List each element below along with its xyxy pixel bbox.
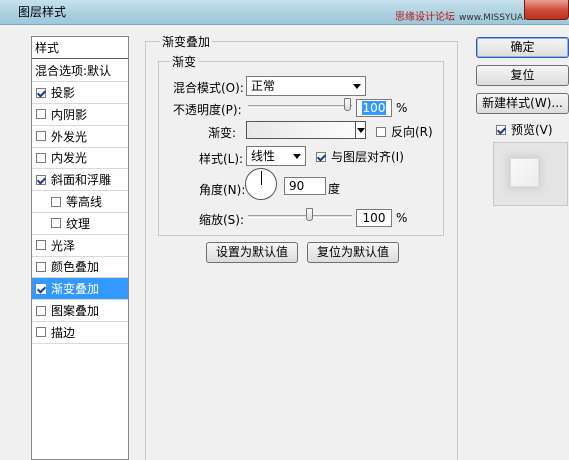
scale-unit: % (396, 211, 408, 225)
style-item-checkbox[interactable] (36, 131, 46, 142)
preview-checkbox-row[interactable]: 预览(V) (496, 121, 553, 138)
style-item[interactable]: 描边 (32, 322, 128, 344)
style-item[interactable]: 颜色叠加 (32, 256, 128, 279)
reverse-checkbox-row[interactable]: 反向(R) (376, 123, 433, 140)
style-item-checkbox[interactable] (36, 305, 46, 316)
style-item-checkbox[interactable] (36, 87, 46, 98)
blend-options-label: 混合选项:默认 (35, 64, 112, 78)
reset-button[interactable]: 复位 (476, 65, 569, 86)
align-with-layer-label: 与图层对齐(I) (331, 150, 404, 164)
style-item-label: 等高线 (66, 195, 103, 209)
opacity-label: 不透明度(P): (173, 103, 242, 117)
preview-label: 预览(V) (511, 123, 553, 137)
opacity-value: 100 (361, 101, 387, 115)
style-item[interactable]: 外发光 (32, 126, 128, 148)
style-item-checkbox[interactable] (36, 261, 46, 272)
blend-mode-select[interactable]: 正常 (246, 76, 366, 96)
blend-options-item[interactable]: 混合选项:默认 (32, 60, 128, 82)
make-default-label: 设置为默认值 (215, 245, 288, 259)
align-with-layer-checkbox[interactable] (316, 151, 326, 162)
preview-swatch (510, 158, 539, 187)
align-checkbox-row[interactable]: 与图层对齐(I) (316, 148, 404, 165)
gradient-subgroup-title: 渐变 (170, 53, 199, 70)
scale-slider-thumb[interactable] (305, 208, 313, 221)
angle-unit: 度 (328, 182, 341, 196)
scale-input[interactable]: 100 (356, 209, 392, 227)
style-value: 线性 (251, 149, 276, 163)
style-item-checkbox[interactable] (51, 196, 61, 207)
style-item-checkbox[interactable] (51, 218, 61, 229)
title-bar[interactable]: 图层样式 思缘设计论坛 www.MISSYUAN.COM (0, 0, 569, 25)
opacity-slider-thumb[interactable] (344, 98, 351, 111)
style-item[interactable]: 光泽 (32, 235, 128, 257)
style-item[interactable]: 内发光 (32, 147, 128, 170)
chevron-down-icon (353, 84, 361, 89)
style-item[interactable]: 纹理 (32, 213, 128, 235)
angle-input[interactable]: 90 (284, 177, 326, 195)
style-item-label: 颜色叠加 (51, 260, 100, 275)
style-item-label: 渐变叠加 (51, 282, 100, 297)
style-item-label: 投影 (51, 86, 76, 100)
chevron-down-icon (293, 154, 301, 159)
style-item-checkbox[interactable] (36, 174, 46, 185)
reverse-checkbox[interactable] (376, 126, 386, 137)
style-item[interactable]: 投影 (32, 82, 128, 104)
reverse-label: 反向(R) (391, 125, 433, 139)
style-label: 样式(L): (199, 152, 244, 166)
style-item-label: 图案叠加 (51, 304, 100, 318)
style-item-checkbox[interactable] (36, 283, 46, 294)
ok-button[interactable]: 确定 (476, 37, 569, 58)
scale-slider[interactable] (248, 215, 352, 218)
opacity-slider[interactable] (248, 105, 352, 108)
style-item-label: 纹理 (66, 216, 91, 231)
blend-mode-label: 混合模式(O): (173, 81, 244, 95)
gradient-label: 渐变: (208, 126, 237, 140)
style-item-checkbox[interactable] (36, 240, 46, 251)
make-default-button[interactable]: 设置为默认值 (206, 242, 298, 263)
style-item-label: 光泽 (51, 238, 76, 253)
style-item-label: 斜面和浮雕 (51, 173, 112, 188)
style-item-label: 描边 (51, 325, 76, 340)
angle-label: 角度(N): (199, 183, 246, 197)
style-item-label: 内发光 (51, 151, 88, 166)
style-preview (493, 142, 568, 206)
styles-header[interactable]: 样式 (32, 37, 128, 59)
style-item-label: 内阴影 (51, 107, 88, 122)
watermark-text: 思缘设计论坛 (395, 12, 455, 23)
opacity-unit: % (396, 101, 408, 115)
style-item[interactable]: 渐变叠加 (32, 278, 128, 301)
ok-label: 确定 (510, 40, 535, 54)
style-item[interactable]: 斜面和浮雕 (32, 169, 128, 192)
new-style-button[interactable]: 新建样式(W)... (476, 93, 569, 114)
new-style-label: 新建样式(W)... (482, 96, 563, 110)
gradient-dropdown-button[interactable] (355, 121, 366, 139)
gradient-swatch[interactable] (246, 121, 356, 139)
style-item-checkbox[interactable] (36, 152, 46, 163)
style-item[interactable]: 等高线 (32, 191, 128, 213)
scale-label: 缩放(S): (199, 213, 245, 227)
angle-value: 90 (289, 179, 305, 193)
style-select[interactable]: 线性 (246, 146, 306, 166)
style-item[interactable]: 图案叠加 (32, 300, 128, 322)
style-item-checkbox[interactable] (36, 109, 46, 120)
angle-dial[interactable] (245, 168, 277, 200)
close-button[interactable] (524, 0, 569, 20)
styles-list: 样式 混合选项:默认 投影内阴影外发光内发光斜面和浮雕等高线纹理光泽颜色叠加渐变… (31, 36, 129, 460)
angle-dial-needle (261, 171, 262, 185)
preview-checkbox[interactable] (496, 124, 506, 135)
reset-label: 复位 (510, 68, 535, 82)
style-item-label: 外发光 (51, 129, 88, 144)
reset-to-default-button[interactable]: 复位为默认值 (307, 242, 399, 263)
window-title: 图层样式 (18, 5, 67, 19)
style-item-checkbox[interactable] (36, 327, 46, 338)
gradient-overlay-title: 渐变叠加 (160, 33, 213, 50)
style-item[interactable]: 内阴影 (32, 104, 128, 126)
styles-header-label: 样式 (35, 41, 60, 55)
opacity-input[interactable]: 100 (356, 99, 392, 117)
blend-mode-value: 正常 (251, 79, 276, 93)
reset-to-default-label: 复位为默认值 (316, 245, 389, 259)
scale-value: 100 (362, 211, 386, 225)
